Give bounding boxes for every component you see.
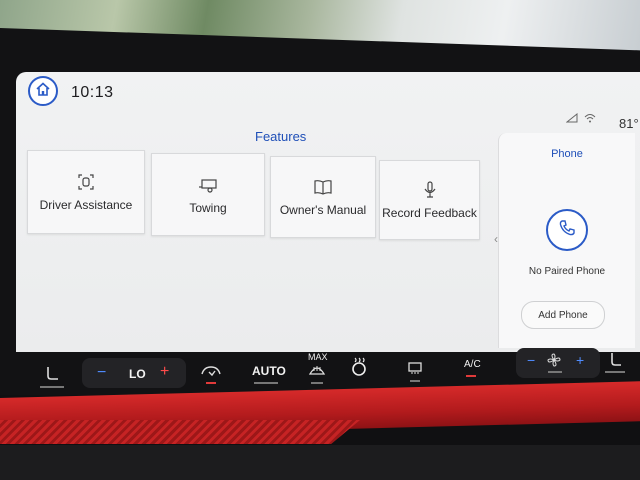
- driver-temp-value: LO: [129, 367, 146, 381]
- rear-defrost-indicator: [410, 380, 420, 382]
- tile-label: Owner's Manual: [279, 203, 367, 217]
- phone-icon: [558, 219, 576, 242]
- seat-heat-right-icon[interactable]: [609, 352, 623, 371]
- clock: 10:13: [71, 84, 114, 101]
- temp-decrease-button[interactable]: −: [97, 364, 106, 382]
- features-title: Features: [255, 129, 307, 144]
- max-defrost-indicator: [311, 382, 323, 384]
- book-icon: [313, 177, 333, 197]
- tile-label: Towing: [189, 200, 227, 215]
- driver-assist-icon: [77, 172, 95, 192]
- max-defrost-icon[interactable]: [308, 362, 326, 379]
- tile-driver-assistance[interactable]: Driver Assistance: [27, 150, 145, 234]
- phone-panel: Phone No Paired Phone Add Phone: [498, 133, 635, 348]
- outside-temperature: 81°: [619, 116, 639, 131]
- tile-towing[interactable]: Towing: [151, 153, 265, 236]
- fan-increase-button[interactable]: +: [576, 352, 584, 368]
- home-icon: [35, 81, 51, 102]
- climate-bar: − LO + AUTO MAX A/C − +: [0, 348, 640, 396]
- tile-record-feedback[interactable]: Record Feedback: [379, 160, 480, 240]
- seat-heat-right-indicator: [605, 371, 625, 373]
- trailer-icon: [198, 175, 218, 195]
- max-defrost-label: MAX: [308, 352, 328, 362]
- auto-button[interactable]: AUTO: [252, 364, 286, 378]
- rear-defrost-icon[interactable]: [407, 361, 423, 378]
- recirculation-indicator: [206, 382, 216, 384]
- microphone-icon: [423, 180, 437, 200]
- auto-indicator: [254, 382, 278, 384]
- seat-heat-left-icon[interactable]: [44, 366, 60, 385]
- fan-decrease-button[interactable]: −: [527, 352, 535, 368]
- heated-steering-icon[interactable]: [350, 357, 368, 380]
- recirculation-icon[interactable]: [200, 364, 222, 381]
- seat-heat-left-indicator: [40, 386, 64, 388]
- signal-icon: [565, 112, 578, 126]
- tile-label: Driver Assistance: [39, 198, 133, 212]
- wifi-icon: [584, 113, 596, 126]
- ac-button[interactable]: A/C: [464, 359, 481, 370]
- tile-owners-manual[interactable]: Owner's Manual: [270, 156, 376, 238]
- phone-title: Phone: [551, 148, 583, 160]
- fan-icon: [547, 353, 561, 370]
- fan-indicator: [548, 371, 562, 373]
- home-button[interactable]: [28, 76, 58, 106]
- tile-label: Record Feedback: [382, 206, 477, 220]
- red-trim-texture: [0, 420, 360, 444]
- phone-button[interactable]: [546, 209, 588, 251]
- dashboard-base: [0, 445, 640, 480]
- add-phone-button[interactable]: Add Phone: [521, 301, 605, 329]
- temp-increase-button[interactable]: +: [160, 363, 169, 381]
- status-icons: [565, 112, 596, 126]
- ac-indicator: [466, 375, 476, 377]
- phone-status: No Paired Phone: [528, 266, 606, 277]
